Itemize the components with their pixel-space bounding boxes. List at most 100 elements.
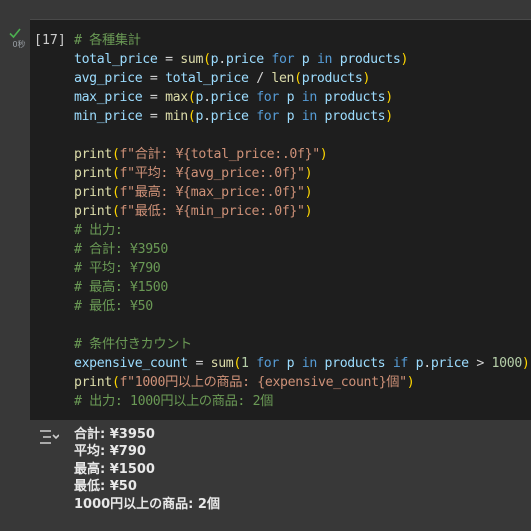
code-line: print(f"最高: ¥{max_price:.0f}") <box>74 183 530 202</box>
output-toggle-icon[interactable] <box>39 429 59 445</box>
code-token: # 各種集計 <box>74 33 141 48</box>
code-line: print(f"合計: ¥{total_price:.0f}") <box>74 145 530 164</box>
code-line: print(f"1000円以上の商品: {expensive_count}個") <box>74 373 530 392</box>
code-token: p <box>195 109 204 124</box>
code-token: price <box>430 356 469 371</box>
output-line: 最低: ¥50 <box>74 479 137 495</box>
code-token: len <box>271 71 295 86</box>
code-token: for <box>271 52 295 67</box>
code-token: in <box>301 356 318 371</box>
code-token: sum <box>210 356 234 371</box>
code-token: max_price <box>74 90 143 105</box>
code-token: # 合計: ¥3950 <box>74 242 168 257</box>
code-token: ) <box>319 147 328 162</box>
code-line: # 最低: ¥50 <box>74 297 530 316</box>
code-token: f"1000円以上の商品: {expensive_count}個" <box>119 375 408 390</box>
cell-gutter <box>0 20 30 420</box>
code-token: p <box>195 90 204 105</box>
code-token: # 出力: <box>74 223 123 238</box>
code-line: # 出力: 1000円以上の商品: 2個 <box>74 392 530 411</box>
code-line: expensive_count = sum(1 for p in product… <box>74 354 530 373</box>
code-token: for <box>256 90 279 105</box>
code-line: # 平均: ¥790 <box>74 259 530 278</box>
code-token: avg_price <box>74 71 143 86</box>
code-token: f"最低: ¥{min_price:.0f}" <box>119 204 305 219</box>
code-token: print <box>74 185 112 200</box>
code-token: . <box>203 109 211 124</box>
run-status[interactable]: 0秒 <box>8 26 30 50</box>
output-line: 1000円以上の商品: 2個 <box>74 496 220 512</box>
code-line: avg_price = total_price / len(products) <box>74 69 530 88</box>
code-token: . <box>423 356 431 371</box>
code-token: f"平均: ¥{avg_price:.0f}" <box>119 166 305 181</box>
code-editor[interactable]: # 各種集計 total_price = sum(p.price for p in… <box>74 31 530 411</box>
code-token: ) <box>362 71 371 86</box>
code-token: if <box>392 356 409 371</box>
code-token: price <box>225 52 264 67</box>
code-token: ) <box>304 185 313 200</box>
code-token: ( <box>233 356 241 371</box>
code-cell[interactable]: [17] # 各種集計 total_price = sum(p.price for… <box>30 20 531 420</box>
code-line: # 出力: <box>74 221 530 240</box>
code-token: ( <box>111 204 120 219</box>
code-token: for <box>256 109 279 124</box>
code-line: min_price = min(p.price for p in product… <box>74 107 530 126</box>
top-bar <box>0 0 531 19</box>
code-line: # 合計: ¥3950 <box>74 240 530 259</box>
code-token: / <box>256 71 264 86</box>
code-token: = <box>149 90 158 105</box>
code-token: ( <box>203 52 211 67</box>
code-token: # 最低: ¥50 <box>74 299 153 314</box>
code-token: total_price <box>74 52 158 67</box>
code-token: in <box>316 52 333 67</box>
code-token: ( <box>111 166 120 181</box>
code-line: print(f"平均: ¥{avg_price:.0f}") <box>74 164 530 183</box>
code-line: total_price = sum(p.price for p in produ… <box>74 50 530 69</box>
code-token: in <box>301 109 318 124</box>
check-icon <box>9 28 21 39</box>
code-token: = <box>149 109 158 124</box>
code-token: min <box>165 109 188 124</box>
code-line: print(f"最低: ¥{min_price:.0f}") <box>74 202 530 221</box>
output-text: 合計: ¥3950 平均: ¥790 最高: ¥1500 最低: ¥50 1000円以上… <box>74 426 220 513</box>
code-token: ) <box>304 166 313 181</box>
code-token: max <box>165 90 188 105</box>
code-token: ) <box>385 109 393 124</box>
code-token: 1 <box>241 356 249 371</box>
code-token: total_price <box>165 71 249 86</box>
code-line: # 各種集計 <box>74 31 530 50</box>
code-token: print <box>74 204 112 219</box>
code-token: ( <box>111 375 120 390</box>
code-line: # 条件付きカウント <box>74 335 530 354</box>
code-token: products <box>339 52 401 67</box>
code-token: ( <box>294 71 302 86</box>
code-token: ) <box>406 375 415 390</box>
code-token: ( <box>111 185 120 200</box>
code-token: f"最高: ¥{max_price:.0f}" <box>119 185 305 200</box>
code-token: ) <box>521 356 530 371</box>
code-token: 1000 <box>491 356 523 371</box>
code-token: . <box>203 90 211 105</box>
output-line: 最高: ¥1500 <box>74 461 155 477</box>
code-token: = <box>165 52 173 67</box>
code-line: # 最高: ¥1500 <box>74 278 530 297</box>
code-token: products <box>301 71 363 86</box>
code-token: sum <box>180 52 204 67</box>
